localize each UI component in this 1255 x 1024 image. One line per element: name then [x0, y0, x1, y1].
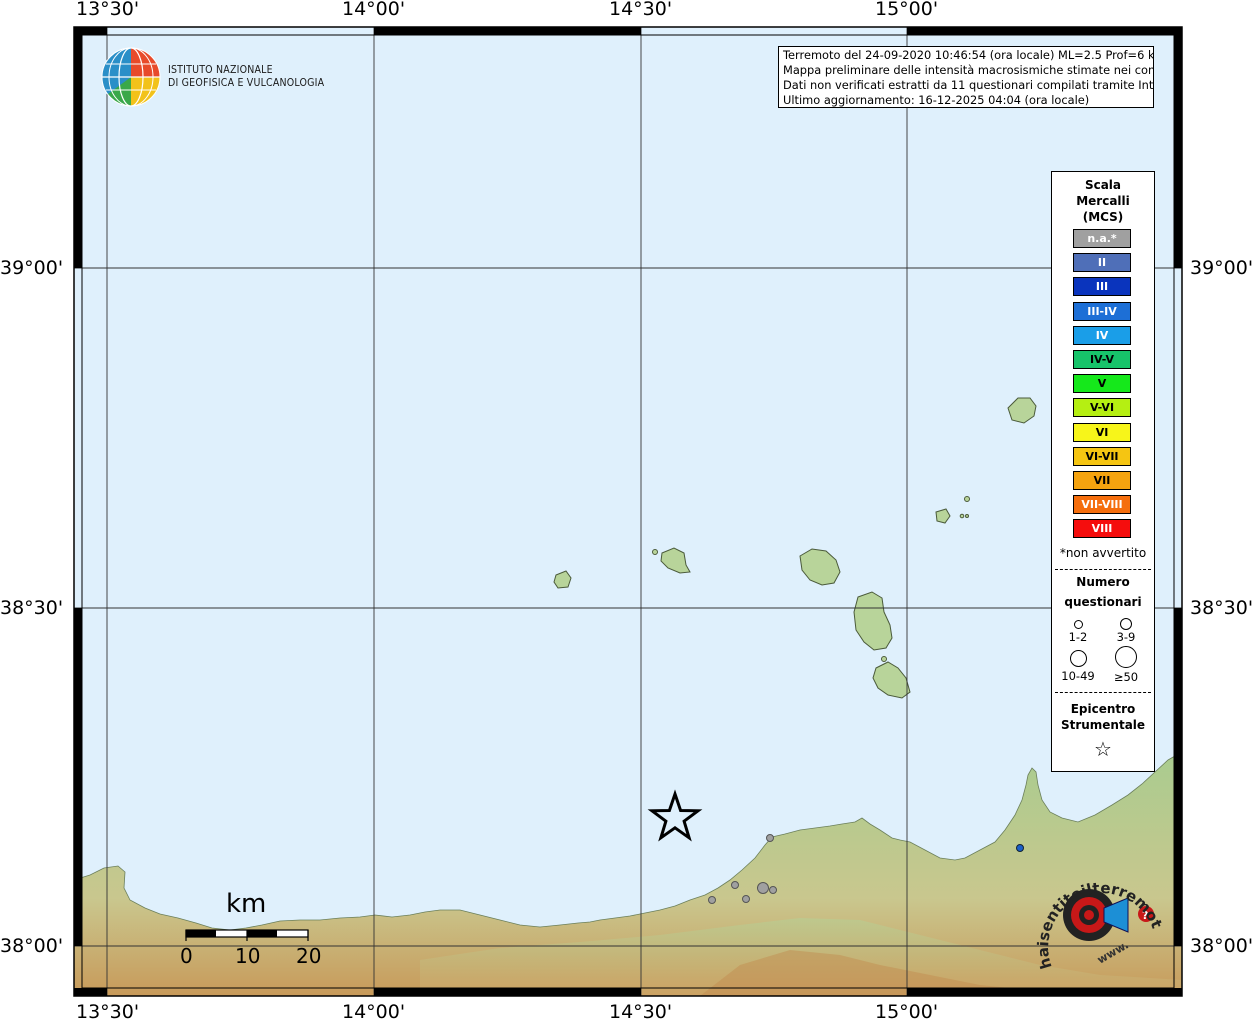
lat-tick-left: 38°30' — [0, 597, 64, 619]
epicenter-title: Strumentale — [1060, 718, 1146, 732]
event-info-line: Ultimo aggiornamento: 16-12-2025 04:04 (… — [783, 93, 1090, 107]
svg-text:haisentitoilterremoto.it: haisentitoilterremoto.it — [1022, 852, 1162, 971]
islet-vulcanello — [881, 656, 887, 662]
lon-tick-bottom: 14°00' — [342, 1001, 406, 1023]
legend-item-v: V — [1073, 374, 1131, 394]
lat-tick-left: 38°00' — [0, 935, 64, 957]
lon-tick-bottom: 13°30' — [76, 1001, 140, 1023]
lat-tick-right: 38°00' — [1190, 935, 1254, 957]
legend: Scala Mercalli (MCS) n.a.* II III III-IV IV I… — [1051, 171, 1155, 772]
point-na — [757, 882, 769, 894]
lon-tick-top: 14°30' — [609, 0, 673, 20]
count-label: 3-9 — [1116, 630, 1136, 644]
point-na — [769, 886, 777, 894]
legend-item-ii: II — [1073, 253, 1131, 273]
legend-item-viii: VIII — [1073, 519, 1131, 539]
watermark-url: haisentitoilterremoto.it — [1022, 852, 1162, 971]
event-info-line: Dati non verificati estratti da 11 quest… — [783, 78, 1154, 92]
logo-line2: DI GEOFISICA E VULCANOLOGIA — [168, 77, 325, 89]
point-na — [708, 896, 716, 904]
watermark-text: haisentitoilterremoto.it www. — [1022, 852, 1162, 971]
lon-tick-bottom: 14°30' — [609, 1001, 673, 1023]
islet-basiluzzo — [964, 496, 970, 502]
lon-tick-top: 13°30' — [76, 0, 140, 20]
islet-dattilo — [959, 513, 965, 519]
legend-title: Scala Mercalli (MCS) — [1076, 178, 1130, 224]
legend-divider — [1055, 692, 1151, 693]
legend-item-iii: III — [1073, 277, 1131, 297]
ingv-globe-icon — [101, 47, 161, 107]
legend-note: *non avvertito — [1059, 546, 1147, 560]
watermark-www: www. — [1095, 938, 1131, 966]
epicenter-star-icon: ☆ — [1094, 737, 1112, 761]
lon-tick-bottom: 15°00' — [875, 1001, 939, 1023]
islet-lisca — [965, 514, 969, 518]
point-na — [742, 895, 750, 903]
count-label: 1-2 — [1068, 630, 1088, 644]
scale-label: 10 — [235, 944, 261, 968]
event-info-line: Terremoto del 24-09-2020 10:46:54 (ora l… — [783, 48, 1154, 62]
event-info-box: Terremoto del 24-09-2020 10:46:54 (ora l… — [778, 46, 1154, 108]
legend-item-vii: VII — [1073, 471, 1131, 490]
event-info-line: Mappa preliminare delle intensità macros… — [783, 63, 1154, 77]
lon-tick-top: 15°00' — [875, 0, 939, 20]
legend-item-iv: IV — [1073, 325, 1131, 345]
count-circle-small — [1074, 620, 1083, 629]
lat-tick-left: 39°00' — [0, 257, 64, 279]
legend-item-iii-iv: III-IV — [1073, 301, 1131, 321]
lon-tick-top: 14°00' — [342, 0, 406, 20]
count-title: questionari — [1064, 595, 1142, 609]
count-circle-medium — [1120, 618, 1132, 630]
legend-item-n-a: n.a.* — [1073, 229, 1131, 248]
count-circle-xlarge — [1115, 646, 1137, 668]
count-title: Numero — [1076, 575, 1130, 589]
legend-item-vi: VI — [1073, 422, 1131, 442]
legend-divider — [1055, 569, 1151, 570]
ingv-logo: ISTITUTO NAZIONALE DI GEOFISICA E VULCAN… — [100, 46, 330, 110]
islet-la-canna — [652, 549, 658, 555]
logo-line1: ISTITUTO NAZIONALE — [168, 64, 273, 76]
legend-item-vii-viii: VII-VIII — [1073, 495, 1131, 515]
epicenter-title: Epicentro — [1070, 702, 1136, 716]
legend-item-iv-v: IV-V — [1073, 350, 1131, 369]
count-label: ≥50 — [1113, 670, 1139, 684]
scale-unit: km — [226, 889, 267, 919]
scale-label: 0 — [180, 944, 193, 968]
legend-item-vi-vii: VI-VII — [1073, 446, 1131, 466]
scale-label: 20 — [296, 944, 322, 968]
lat-tick-right: 39°00' — [1190, 257, 1254, 279]
lat-tick-right: 38°30' — [1190, 597, 1254, 619]
count-label: 10-49 — [1061, 669, 1095, 683]
point-na — [731, 881, 739, 889]
point-na — [766, 834, 774, 842]
point-ii — [1016, 844, 1024, 852]
count-circle-large — [1070, 650, 1087, 667]
legend-item-v-vi: V-VI — [1073, 398, 1131, 418]
